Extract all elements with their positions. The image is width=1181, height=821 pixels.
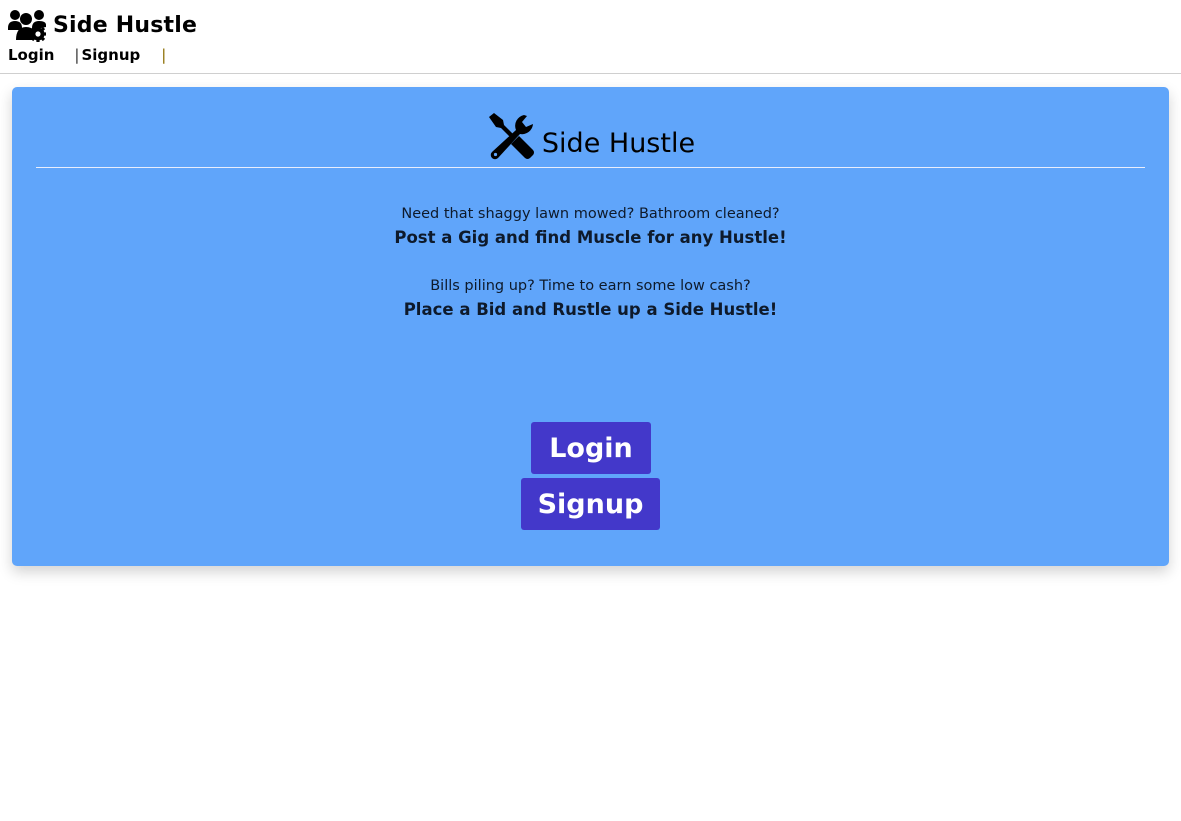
top-navbar: Side Hustle Login | Signup | [0,0,1181,74]
hero-card: Side Hustle Need that shaggy lawn mowed?… [12,87,1169,566]
nav-separator: | [74,46,80,64]
screwdriver-wrench-icon [488,113,534,160]
hero-copy: Need that shaggy lawn mowed? Bathroom cl… [12,203,1169,323]
nav-login-link[interactable]: Login [8,46,54,64]
nav-signup-link[interactable]: Signup [81,46,140,64]
hero-header: Side Hustle [36,109,1145,168]
users-gear-icon [8,10,46,42]
signup-button[interactable]: Signup [521,478,660,530]
nav-separator: | [161,46,167,64]
hero-line: Need that shaggy lawn mowed? Bathroom cl… [401,206,780,222]
hero-line: Bills piling up? Time to earn some low c… [430,278,751,294]
brand-title: Side Hustle [53,12,198,38]
nav-links: Login | Signup | [8,45,166,65]
brand[interactable]: Side Hustle [8,6,197,44]
hero-tagline: Post a Gig and find Muscle for any Hustl… [394,228,787,247]
hero-title: Side Hustle [541,128,696,159]
hero-tagline: Place a Bid and Rustle up a Side Hustle! [403,300,778,319]
login-button[interactable]: Login [531,422,651,474]
